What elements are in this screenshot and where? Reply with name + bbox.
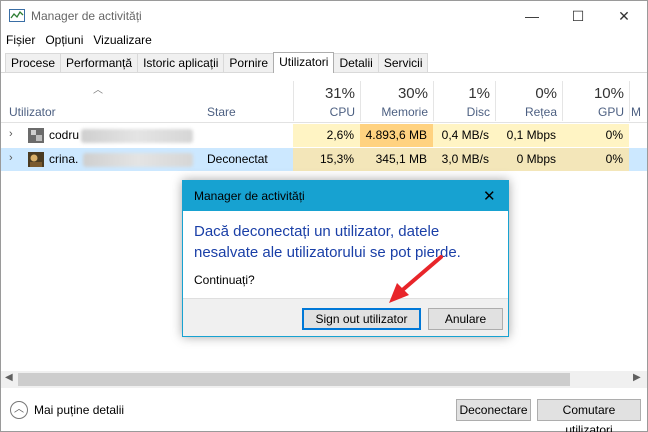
tab-strip: Procese Performanță Istoric aplicații Po… [5,52,429,73]
dialog-message: Dacă deconectați un utilizator, datele n… [194,223,461,261]
column-more[interactable]: M [631,105,645,119]
user-avatar [28,128,44,143]
column-cpu[interactable]: CPU [293,105,355,119]
tab-performance[interactable]: Performanță [60,53,139,73]
dialog-footer: Sign out utilizator Anulare [183,298,508,336]
tab-startup[interactable]: Pornire [223,53,275,73]
memory-cell: 345,1 MB [360,148,433,171]
column-disk-pct: 1% [468,85,490,102]
confirm-dialog: Manager de activități ✕ Dacă deconectați… [182,180,509,337]
user-state: Deconectat [207,152,268,166]
table-row-selected[interactable]: › crina. Deconectat 15,3% 345,1 MB 3,0 M… [1,148,647,171]
sort-up-icon: ︿ [93,85,103,96]
tab-details[interactable]: Detalii [333,53,379,73]
column-disk[interactable]: Disc [433,105,490,119]
column-gpu[interactable]: GPU [562,105,624,119]
cpu-cell: 2,6% [293,124,360,147]
header-divider [1,122,647,123]
scroll-left-arrow-icon[interactable]: ◀ [5,372,13,383]
disk-cell: 3,0 MB/s [433,148,495,171]
table-row[interactable]: › codru 2,6% 4.893,6 MB 0,4 MB/s 0,1 Mbp… [1,124,647,147]
cancel-button[interactable]: Anulare [428,308,503,330]
title-bar[interactable]: Manager de activități — ☐ ✕ [1,1,647,31]
redacted-email [83,153,193,167]
window-title: Manager de activități [31,9,142,23]
column-memory-pct: 30% [397,85,428,102]
task-manager-icon [9,9,25,22]
network-cell: 0 Mbps [495,148,562,171]
dialog-title: Manager de activități [194,189,305,203]
dialog-question: Continuați? [194,273,255,287]
redacted-email [81,129,193,143]
column-separator [629,81,630,121]
gpu-cell: 0% [562,148,629,171]
fewer-details-link[interactable]: Mai puține detalii [34,403,124,417]
menu-bar: Fișier Opțiuni Vizualizare [1,31,157,51]
disconnect-button[interactable]: Deconectare [456,399,531,421]
menu-view[interactable]: Vizualizare [88,31,156,51]
chevron-right-icon[interactable]: › [9,152,13,164]
chevron-up-icon[interactable]: ︿ [10,401,28,419]
dialog-close-button[interactable]: ✕ [483,187,496,205]
chevron-right-icon[interactable]: › [9,128,13,140]
tab-processes[interactable]: Procese [5,53,62,73]
annotation-arrow-icon [389,255,443,303]
user-name: crina. [49,152,79,166]
tab-users[interactable]: Utilizatori [273,52,335,73]
bottom-bar: ︿ Mai puține detalii Deconectare Comutar… [1,393,647,432]
network-cell: 0,1 Mbps [495,124,562,147]
scroll-right-arrow-icon[interactable]: ▶ [633,372,641,383]
column-memory[interactable]: Memorie [360,105,428,119]
menu-options[interactable]: Opțiuni [40,31,88,51]
tab-services[interactable]: Servicii [377,53,429,73]
minimize-button[interactable]: — [509,1,555,31]
horizontal-scrollbar[interactable]: ◀ ▶ [1,371,647,388]
disk-cell: 0,4 MB/s [433,124,495,147]
cpu-cell: 15,3% [293,148,360,171]
menu-file[interactable]: Fișier [1,31,40,51]
column-gpu-pct: 10% [593,85,624,102]
switch-user-button[interactable]: Comutare utilizatori [537,399,641,432]
column-network-pct: 0% [535,85,557,102]
dialog-title-bar[interactable]: Manager de activități ✕ [183,181,508,211]
maximize-button[interactable]: ☐ [555,1,601,31]
scrollbar-thumb[interactable] [18,373,570,386]
column-network[interactable]: Rețea [495,105,557,119]
column-cpu-pct: 31% [324,85,355,102]
user-avatar [28,152,44,167]
memory-cell: 4.893,6 MB [360,124,433,147]
column-user[interactable]: Utilizator [9,105,56,119]
sign-out-user-button[interactable]: Sign out utilizator [302,308,421,330]
column-state[interactable]: Stare [207,105,236,119]
tab-app-history[interactable]: Istoric aplicații [137,53,225,73]
gpu-cell: 0% [562,124,629,147]
user-name: codru [49,128,80,142]
close-button[interactable]: ✕ [601,1,647,31]
